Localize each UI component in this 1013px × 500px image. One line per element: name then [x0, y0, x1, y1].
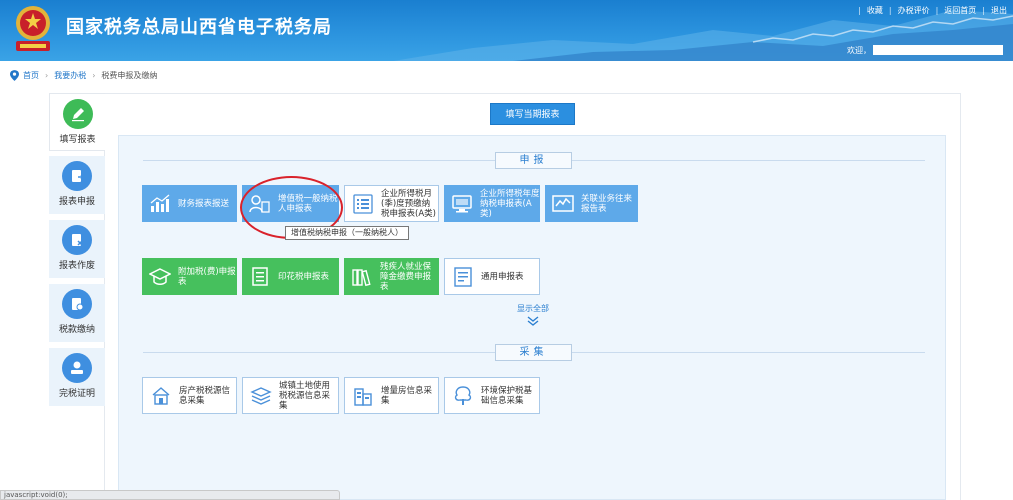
card-label: 印花税申报表: [278, 271, 330, 282]
monitor-icon: [450, 192, 474, 216]
breadcrumb-home[interactable]: 首页: [23, 70, 39, 81]
chevron-right-icon: ›: [45, 71, 49, 80]
card-label: 附加税(费)申报表: [178, 266, 236, 287]
report-void-icon: [62, 225, 92, 255]
tax-bureau-emblem-logo: [16, 6, 50, 51]
sidebar-item-tax-payment[interactable]: 税款缴纳: [49, 284, 105, 342]
breadcrumb-tax-handling[interactable]: 我要办税: [54, 70, 86, 81]
layers-icon: [249, 384, 273, 408]
chart-bars-icon: [148, 192, 172, 216]
location-pin-icon: [10, 70, 19, 81]
section-title-collect: 采集: [495, 344, 572, 361]
sidebar-item-report-void[interactable]: 报表作废: [49, 220, 105, 278]
card-label: 房产税税源信息采集: [179, 385, 231, 406]
logout-link[interactable]: 退出: [991, 5, 1007, 16]
tax-payment-icon: [62, 289, 92, 319]
chevron-right-icon: ›: [92, 71, 96, 80]
welcome-text: 欢迎，: [847, 46, 871, 55]
show-all-toggle[interactable]: 显示全部: [508, 303, 558, 326]
sidebar-item-tax-certificate[interactable]: 完税证明: [49, 348, 105, 406]
report-submit-icon: [62, 161, 92, 191]
card-surtax[interactable]: 附加税(费)申报表: [142, 258, 237, 295]
card-label: 关联业务往来报告表: [581, 193, 633, 214]
card-disability-fund[interactable]: 残疾人就业保障金缴费申报表: [344, 258, 439, 295]
site-title: 国家税务总局山西省电子税务局: [66, 17, 332, 38]
house-icon: [149, 384, 173, 408]
sidebar-item-label: 完税证明: [58, 389, 95, 399]
graduation-cap-icon: [148, 265, 172, 289]
trend-icon: [551, 192, 575, 216]
card-financial-report[interactable]: 财务报表报送: [142, 185, 237, 222]
card-label: 企业所得税月(季)度预缴纳税申报表(A类): [381, 188, 436, 219]
form-icon: [451, 265, 475, 289]
favorite-link[interactable]: 收藏: [867, 5, 883, 16]
sidebar-item-fill-report[interactable]: 填写报表: [49, 93, 105, 151]
card-label: 财务报表报送: [178, 198, 230, 209]
top-links: | 收藏 | 办税评价 | 返回首页 | 退出: [852, 5, 1007, 16]
separator: |: [888, 6, 892, 15]
card-cit-prepayment-a[interactable]: 企业所得税月(季)度预缴纳税申报表(A类): [344, 185, 439, 222]
separator: |: [982, 6, 985, 15]
tax-certificate-icon: [62, 353, 92, 383]
card-label: 城镇土地使用税税源信息采集: [279, 380, 331, 411]
card-label: 增量房信息采集: [381, 385, 433, 406]
separator: |: [858, 6, 861, 15]
breadcrumb-current: 税费申报及缴纳: [101, 71, 158, 80]
card-general-declaration[interactable]: 通用申报表: [444, 258, 540, 295]
sidebar-item-report-submit[interactable]: 报表申报: [49, 156, 105, 214]
tooltip: 增值税纳税申报（一般纳税人）: [285, 226, 409, 240]
card-label: 环境保护税基础信息采集: [481, 385, 533, 406]
card-label: 企业所得税年度纳税申报表(A类): [480, 188, 540, 219]
browser-status-bar: javascript:void(0);: [0, 490, 340, 500]
building-icon: [351, 384, 375, 408]
tax-evaluation-link[interactable]: 办税评价: [898, 5, 930, 16]
show-all-label: 显示全部: [517, 304, 549, 313]
card-label: 通用申报表: [481, 271, 524, 282]
sidebar-item-label: 报表作废: [58, 261, 95, 271]
site-header: 国家税务总局山西省电子税务局 | 收藏 | 办税评价 | 返回首页 | 退出 欢…: [0, 0, 1013, 61]
books-icon: [350, 265, 374, 289]
list-icon: [351, 192, 375, 216]
card-environmental-tax-info[interactable]: 环境保护税基础信息采集: [444, 377, 540, 414]
tree-icon: [451, 384, 475, 408]
return-home-link[interactable]: 返回首页: [944, 5, 976, 16]
section-title-declare: 申报: [495, 152, 572, 169]
sidebar-item-label: 填写报表: [59, 135, 96, 145]
sidebar-item-label: 报表申报: [58, 197, 95, 207]
card-label: 残疾人就业保障金缴费申报表: [380, 261, 432, 292]
card-land-use-tax-source[interactable]: 城镇土地使用税税源信息采集: [242, 377, 339, 414]
document-icon: [248, 265, 272, 289]
fill-current-period-button[interactable]: 填写当期报表: [490, 103, 575, 125]
username-redacted-field: [873, 45, 1003, 55]
card-property-tax-source[interactable]: 房产税税源信息采集: [142, 377, 237, 414]
breadcrumb: 首页 › 我要办税 › 税费申报及缴纳: [10, 70, 157, 81]
card-related-transactions[interactable]: 关联业务往来报告表: [545, 185, 638, 222]
double-chevron-down-icon: [527, 316, 539, 326]
card-cit-annual-a[interactable]: 企业所得税年度纳税申报表(A类): [444, 185, 540, 222]
separator: |: [935, 6, 939, 15]
sidebar-item-label: 税款缴纳: [58, 325, 95, 335]
card-stamp-tax[interactable]: 印花税申报表: [242, 258, 339, 295]
pencil-icon: [62, 99, 93, 129]
card-incremental-housing[interactable]: 增量房信息采集: [344, 377, 439, 414]
